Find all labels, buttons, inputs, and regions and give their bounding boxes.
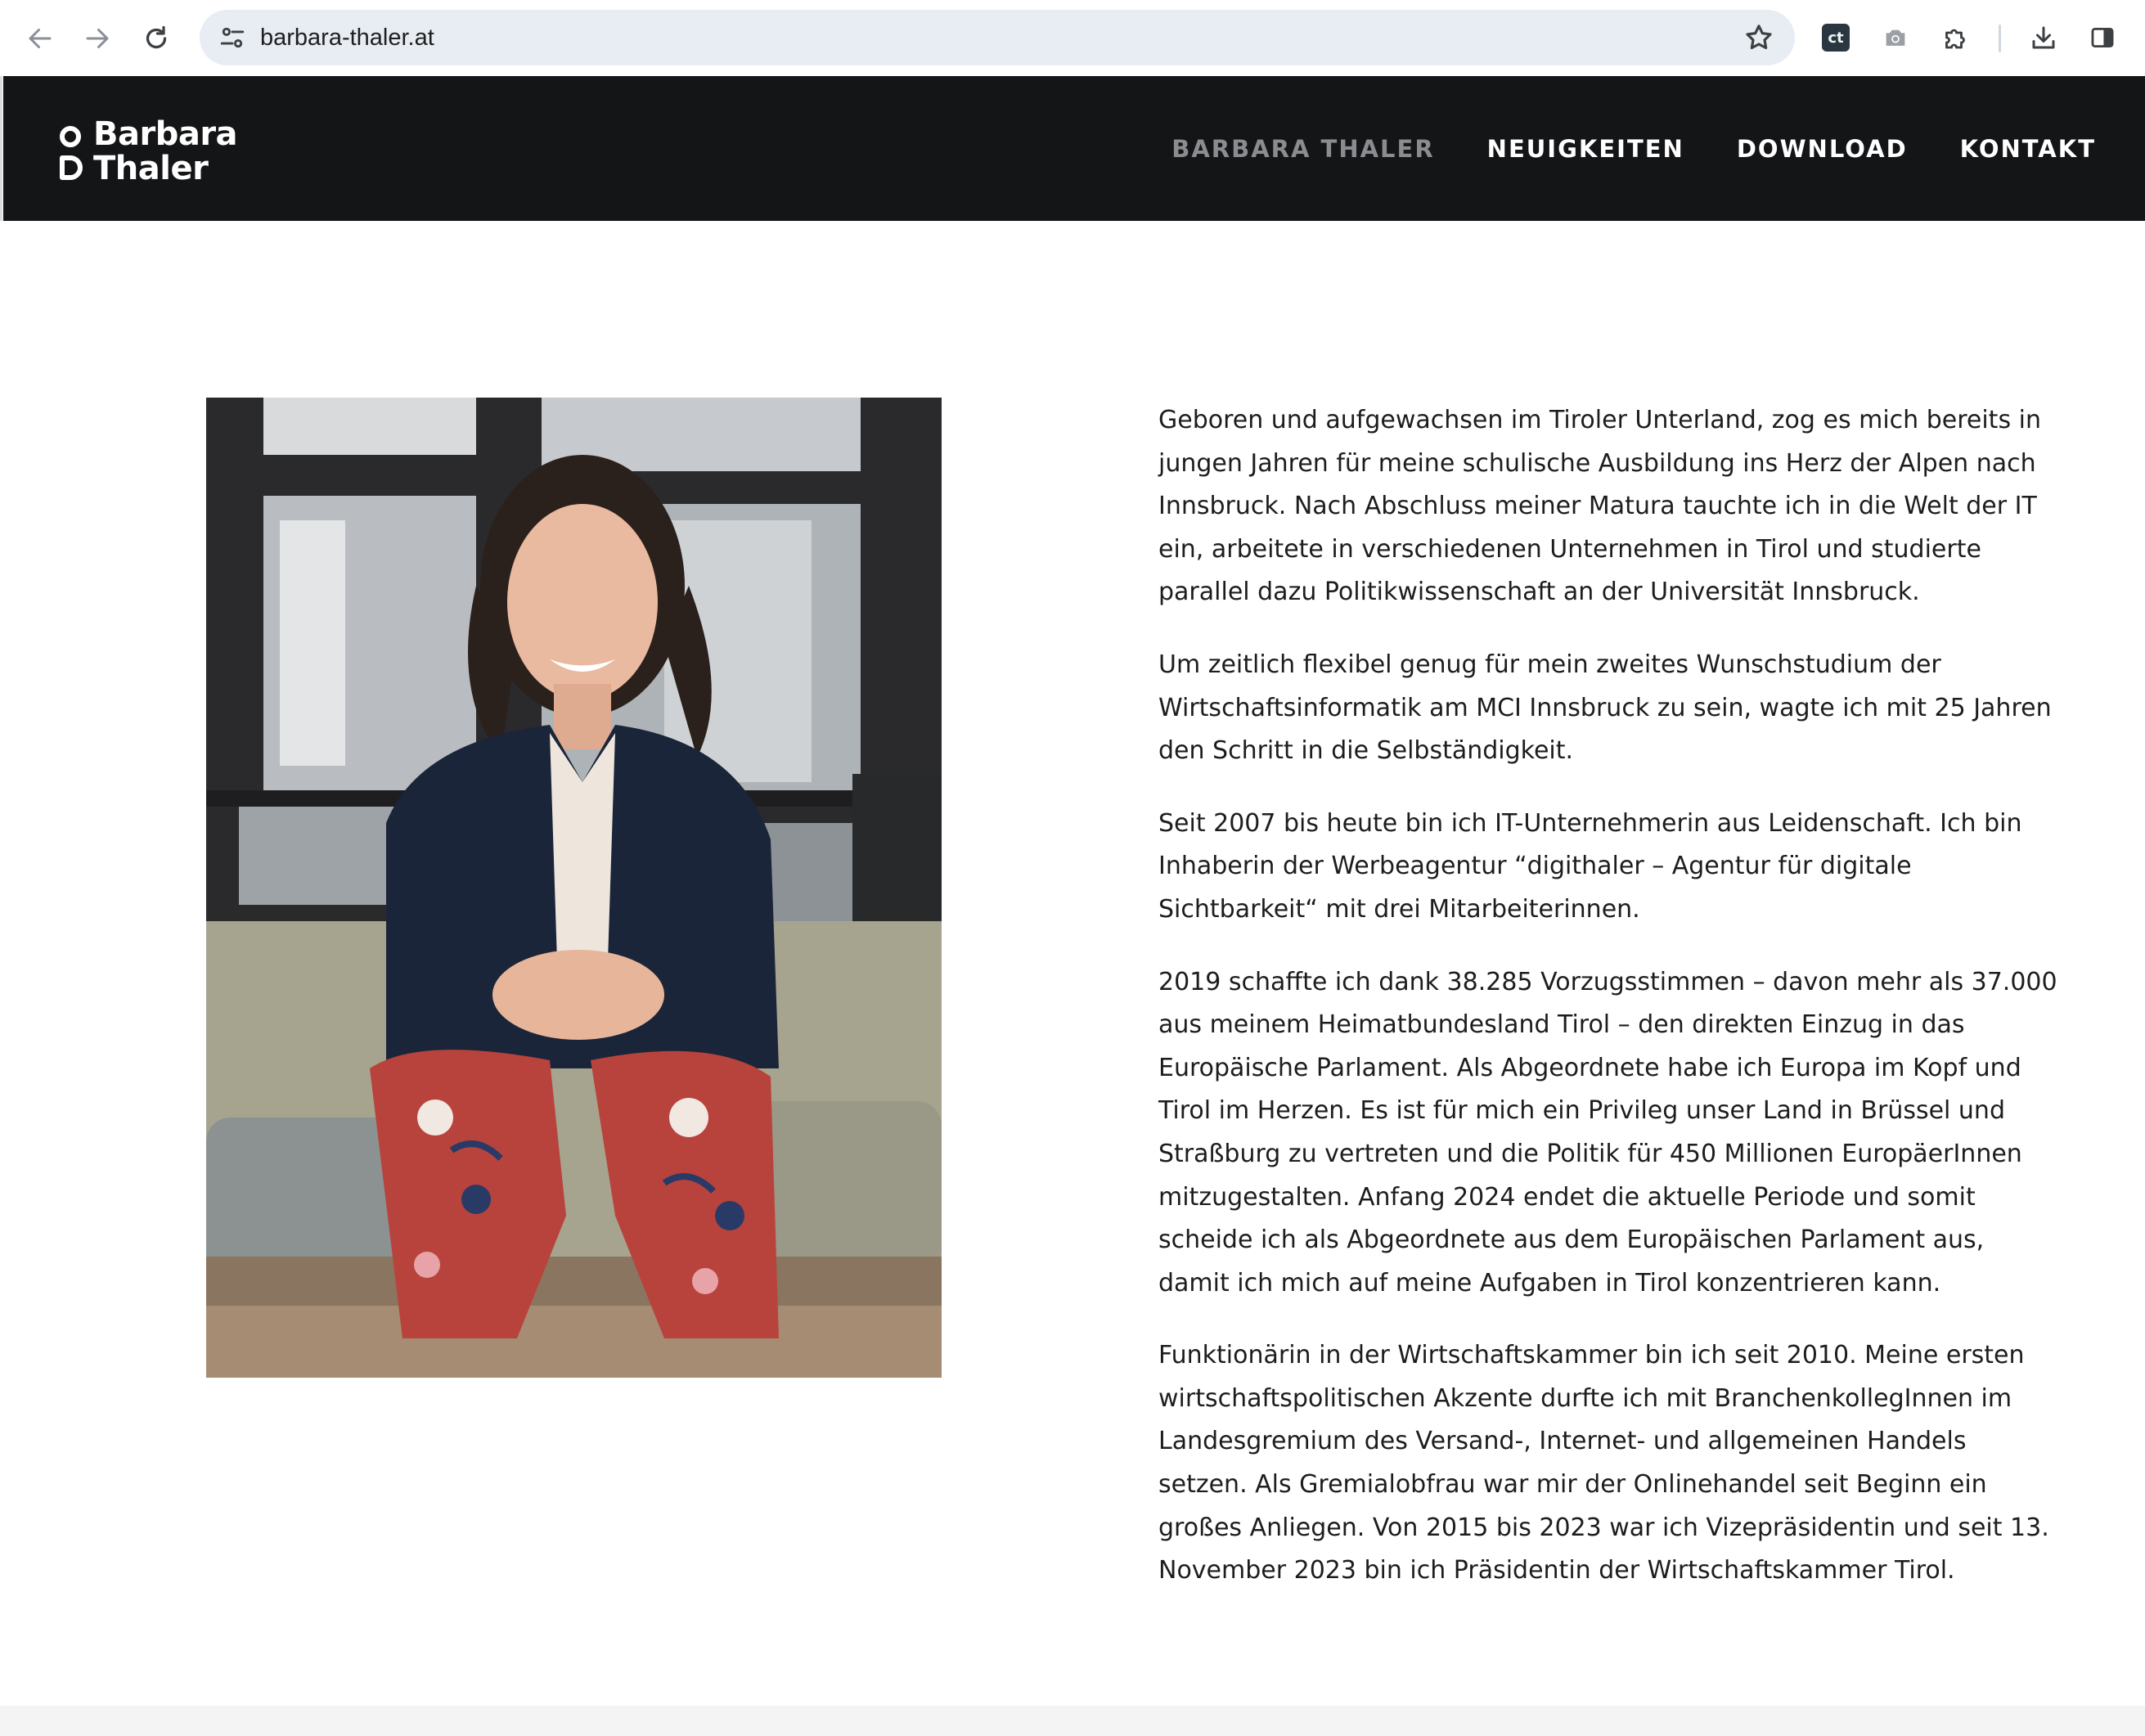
- reload-icon: [146, 25, 167, 49]
- downloads-button[interactable]: [2024, 18, 2063, 57]
- extensions-button[interactable]: [1936, 18, 1975, 57]
- puzzle-icon: [1945, 29, 1965, 49]
- nav-item-kontakt[interactable]: KONTAKT: [1960, 135, 2096, 163]
- nav-item-barbara-thaler[interactable]: BARBARA THALER: [1171, 135, 1434, 163]
- bio-paragraph: 2019 schaffte ich dank 38.285 Vorzugssti…: [1158, 967, 2057, 1298]
- browser-toolbar: barbara-thaler.at ct: [0, 0, 2145, 76]
- site-header: Barbara Thaler BARBARA THALER NEUIGKEITE…: [3, 76, 2145, 221]
- nav-item-download[interactable]: DOWNLOAD: [1737, 135, 1908, 163]
- footer-edge: [0, 1706, 2145, 1736]
- biography-text: Geboren und aufgewachsen im Tiroler Unte…: [1158, 399, 2058, 1622]
- logo-line-1: Barbara: [93, 115, 238, 153]
- screenshot-extension-button[interactable]: [1876, 18, 1915, 57]
- logo-mark-icon: [60, 126, 83, 180]
- bio-paragraph: Funktionärin in der Wirtschaftskammer bi…: [1158, 1341, 2049, 1585]
- logo-line-2: Thaler: [93, 150, 209, 187]
- arrow-left-icon: [29, 29, 52, 48]
- site-logo[interactable]: Barbara Thaler: [59, 117, 255, 186]
- portrait-illustration: [206, 398, 942, 1378]
- toolbar-separator: [1999, 25, 2001, 52]
- main-navigation: BARBARA THALER NEUIGKEITEN DOWNLOAD KONT…: [1171, 76, 2096, 221]
- side-panel-icon: [2091, 27, 2114, 48]
- download-icon: [2032, 26, 2055, 49]
- bookmark-star-icon[interactable]: [1743, 21, 1775, 54]
- url-text[interactable]: barbara-thaler.at: [260, 10, 434, 65]
- forward-button[interactable]: [75, 16, 119, 61]
- logo-text: Barbara Thaler: [93, 115, 238, 187]
- ct-extension-icon: ct: [1822, 24, 1850, 52]
- camera-icon: [1886, 29, 1905, 46]
- back-button[interactable]: [18, 16, 62, 61]
- bio-paragraph: Seit 2007 bis heute bin ich IT-Unternehm…: [1158, 808, 2022, 924]
- arrow-right-icon: [86, 29, 109, 48]
- portrait-photo: [206, 398, 942, 1378]
- reload-button[interactable]: [134, 16, 178, 61]
- nav-item-neuigkeiten[interactable]: NEUIGKEITEN: [1487, 135, 1684, 163]
- side-panel-button[interactable]: [2083, 18, 2122, 57]
- main-content: Geboren und aufgewachsen im Tiroler Unte…: [0, 221, 2145, 1706]
- bio-paragraph: Um zeitlich flexibel genug für mein zwei…: [1158, 650, 2052, 766]
- extension-ct-button[interactable]: ct: [1816, 18, 1855, 57]
- site-info-button[interactable]: [214, 20, 250, 56]
- tune-icon: [220, 27, 245, 48]
- address-bar[interactable]: barbara-thaler.at: [200, 10, 1795, 65]
- bio-paragraph: Geboren und aufgewachsen im Tiroler Unte…: [1158, 406, 2041, 607]
